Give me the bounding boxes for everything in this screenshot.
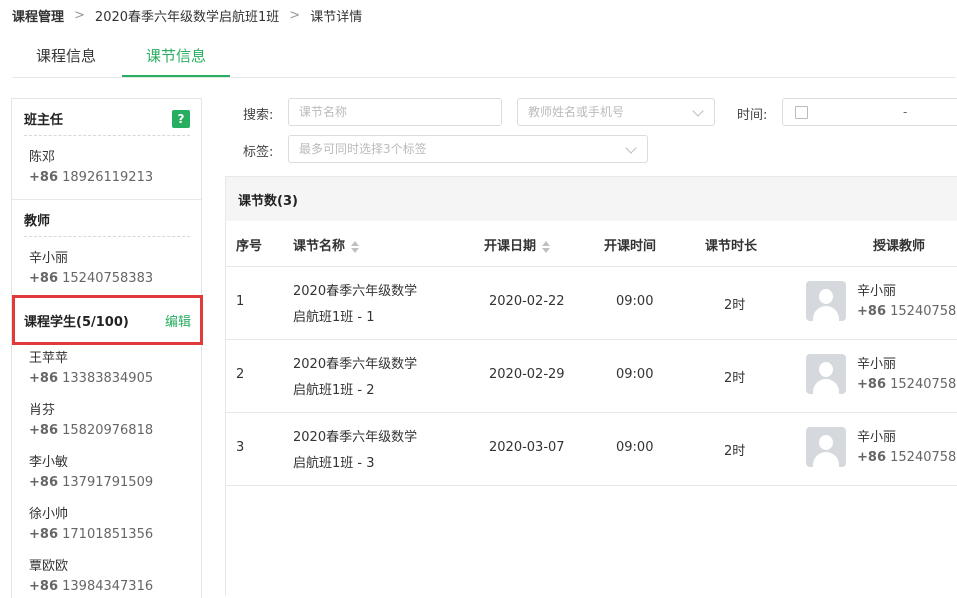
student-phone: +86 17101851356 (29, 527, 154, 542)
row-duration: 2时 (724, 444, 746, 459)
breadcrumb-separator: > (74, 8, 85, 23)
date-range-separator: - (903, 105, 908, 119)
row-teacher-name: 辛小丽 (857, 284, 897, 299)
row-time: 09:00 (616, 294, 654, 309)
head-teacher-title: 班主任 (24, 113, 64, 128)
row-index: 2 (236, 367, 245, 382)
column-teacher: 授课教师 (873, 239, 926, 254)
lesson-count: 课节数(3) (238, 194, 298, 209)
column-duration: 课节时长 (705, 239, 758, 254)
row-lesson-name: 2020春季六年级数学 启航班1班 - 1 (293, 284, 418, 325)
student-phone: +86 13984347316 (29, 579, 154, 594)
row-lesson-name: 2020春季六年级数学 启航班1班 - 2 (293, 357, 418, 398)
sort-icon[interactable] (351, 240, 360, 253)
teacher-search-select[interactable]: 教师姓名或手机号 (517, 98, 715, 126)
row-time: 09:00 (616, 440, 654, 455)
lesson-count-bar: 课节数(3) (226, 176, 957, 222)
avatar (806, 427, 846, 467)
teacher-info: 辛小丽 +86 15240758383 (29, 249, 153, 289)
student-item: 肖芬 +86 15820976818 (29, 401, 153, 441)
row-teacher-phone: +86 152407583 (857, 304, 957, 319)
edit-students-button[interactable]: 编辑 (165, 311, 191, 330)
sidebar: 班主任 ? 陈邓 +86 18926119213 教师 辛小丽 +86 1524… (11, 98, 203, 598)
breadcrumb-course-management[interactable]: 课程管理 (12, 6, 64, 25)
avatar (806, 354, 846, 394)
teacher-name: 辛小丽 (29, 251, 69, 266)
breadcrumb-separator: > (289, 8, 301, 23)
student-name: 王苹苹 (29, 351, 69, 366)
row-lesson-name: 2020春季六年级数学 启航班1班 - 3 (293, 430, 418, 471)
row-duration: 2时 (724, 371, 746, 386)
breadcrumb-course-name[interactable]: 2020春季六年级数学启航班1班 (95, 6, 279, 25)
tab-lesson-info[interactable]: 课节信息 (122, 36, 230, 77)
column-lesson-name[interactable]: 课节名称 (293, 235, 360, 254)
help-icon[interactable]: ? (172, 110, 190, 128)
divider (24, 236, 190, 237)
table-row[interactable]: 2 2020春季六年级数学 启航班1班 - 2 2020-02-29 09:00 2时 辛小… (226, 340, 957, 413)
divider (24, 135, 190, 136)
tag-select[interactable]: 最多可同时选择3个标签 (288, 135, 648, 163)
column-start-time: 开课时间 (604, 239, 657, 254)
row-teacher: 辛小丽 +86 152407583 (857, 428, 957, 468)
student-name: 肖芬 (29, 403, 56, 418)
time-label: 时间: (737, 108, 768, 123)
student-name: 覃欧欧 (29, 559, 69, 574)
sort-icon[interactable] (542, 240, 551, 253)
tag-select-placeholder: 最多可同时选择3个标签 (299, 142, 427, 156)
row-date: 2020-02-29 (489, 367, 565, 382)
search-label: 搜索: (243, 108, 274, 123)
teacher-title: 教师 (24, 214, 51, 229)
student-item: 李小敏 +86 13791791509 (29, 453, 153, 493)
row-teacher-name: 辛小丽 (857, 357, 897, 372)
tab-course-info[interactable]: 课程信息 (36, 36, 96, 76)
row-time: 09:00 (616, 367, 654, 382)
student-name: 李小敏 (29, 455, 69, 470)
breadcrumb: 课程管理 > 2020春季六年级数学启航班1班 > 课节详情 (12, 6, 362, 25)
row-index: 1 (236, 294, 245, 309)
row-teacher: 辛小丽 +86 152407583 (857, 355, 957, 395)
breadcrumb-lesson-detail: 课节详情 (310, 10, 363, 25)
teacher-search-placeholder: 教师姓名或手机号 (528, 105, 625, 119)
teacher-phone: +86 15240758383 (29, 271, 154, 286)
calendar-icon (795, 106, 808, 119)
table-row[interactable]: 3 2020春季六年级数学 启航班1班 - 3 2020-03-07 09:00 2时 辛小… (226, 413, 957, 486)
tab-bar: 课程信息 课节信息 (12, 36, 956, 78)
chevron-down-icon (625, 142, 637, 154)
row-date: 2020-02-22 (489, 294, 565, 309)
row-teacher: 辛小丽 +86 152407583 (857, 282, 957, 322)
student-item: 覃欧欧 +86 13984347316 (29, 557, 153, 597)
student-phone: +86 13791791509 (29, 475, 154, 490)
row-duration: 2时 (724, 298, 746, 313)
row-teacher-phone: +86 152407583 (857, 450, 957, 465)
row-teacher-name: 辛小丽 (857, 430, 897, 445)
head-teacher-info: 陈邓 +86 18926119213 (29, 148, 153, 188)
student-phone: +86 15820976818 (29, 423, 154, 438)
column-index: 序号 (236, 239, 263, 254)
column-start-date[interactable]: 开课日期 (484, 235, 551, 254)
student-item: 徐小帅 +86 17101851356 (29, 505, 153, 545)
lesson-table: 课节数(3) 序号 课节名称 开课日期 开课时间 课节时长 授课教师 1 2020… (225, 176, 957, 596)
head-teacher-name: 陈邓 (29, 150, 56, 165)
student-phone: +86 13383834905 (29, 371, 154, 386)
students-title: 课程学生(5/100) (24, 315, 129, 330)
row-teacher-phone: +86 152407583 (857, 377, 957, 392)
chevron-down-icon (692, 105, 704, 117)
student-item: 王苹苹 +86 13383834905 (29, 349, 153, 389)
divider (12, 199, 201, 200)
lesson-name-search-input[interactable]: 课节名称 (288, 98, 502, 126)
table-header: 序号 课节名称 开课日期 开课时间 课节时长 授课教师 (226, 221, 957, 267)
avatar (806, 281, 846, 321)
head-teacher-phone: +86 18926119213 (29, 170, 154, 185)
row-index: 3 (236, 440, 245, 455)
student-name: 徐小帅 (29, 507, 69, 522)
row-date: 2020-03-07 (489, 440, 565, 455)
table-row[interactable]: 1 2020春季六年级数学 启航班1班 - 1 2020-02-22 09:00 2时 辛小… (226, 267, 957, 340)
tag-label: 标签: (243, 145, 274, 160)
date-range-picker[interactable]: - (782, 98, 957, 126)
